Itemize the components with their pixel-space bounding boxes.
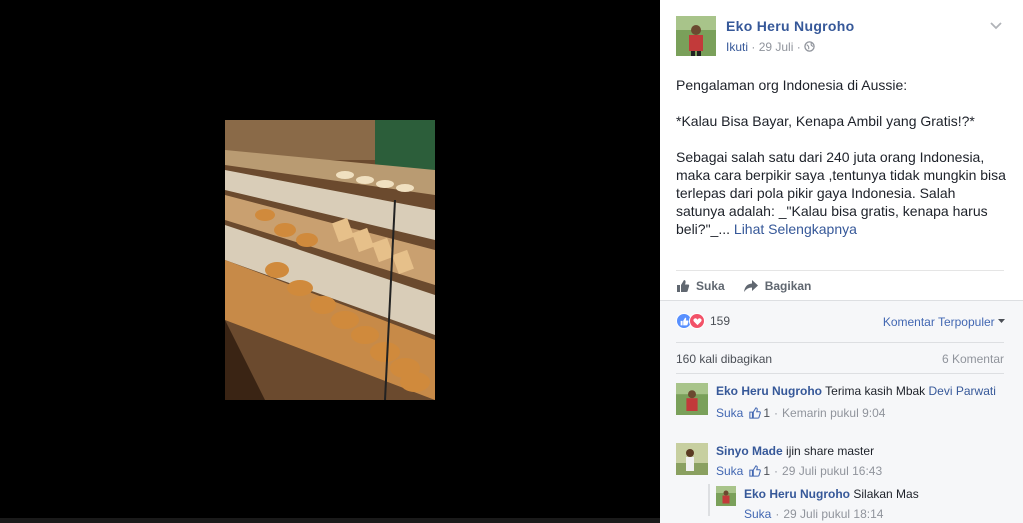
commenter-avatar-image bbox=[676, 383, 708, 415]
comment-body: Sinyo Made ijin share master Suka 1 · 29… bbox=[716, 443, 1006, 479]
share-arrow-icon bbox=[743, 279, 758, 292]
post-meta: Ikuti · 29 Juli · bbox=[726, 40, 815, 54]
comment-footer: Suka 1 · 29 Juli pukul 16:43 bbox=[716, 463, 1006, 479]
dot-separator: · bbox=[775, 507, 780, 521]
post-actions: Suka Bagikan bbox=[676, 270, 1004, 300]
meta-separator-2: · bbox=[796, 40, 805, 54]
author-avatar[interactable] bbox=[676, 16, 716, 56]
reply-item: Eko Heru Nugroho Silakan Mas Suka · 29 J… bbox=[716, 486, 1006, 522]
photo-viewer-stage bbox=[0, 0, 660, 523]
comment-sort-dropdown[interactable]: Komentar Terpopuler bbox=[883, 315, 1005, 329]
love-reaction-icon bbox=[689, 313, 705, 329]
comment-like-number: 1 bbox=[763, 464, 771, 478]
thumbs-up-icon bbox=[749, 465, 762, 477]
dot-separator: · bbox=[774, 406, 779, 420]
comment-mention[interactable]: Devi Parwati bbox=[929, 384, 996, 398]
reply-footer: Suka · 29 Juli pukul 18:14 bbox=[744, 506, 1004, 522]
reply-like-link[interactable]: Suka bbox=[744, 506, 771, 522]
share-count[interactable]: 160 kali dibagikan bbox=[676, 352, 772, 366]
stage-bottom-bar bbox=[0, 518, 660, 523]
post-header: Eko Heru Nugroho Ikuti · 29 Juli · bbox=[660, 0, 1023, 60]
thumbs-up-icon bbox=[677, 279, 690, 292]
commenter-avatar-image bbox=[716, 486, 736, 506]
globe-icon[interactable] bbox=[804, 41, 815, 52]
reply-time[interactable]: 29 Juli pukul 18:14 bbox=[783, 506, 883, 522]
comment-like-count[interactable]: 1 bbox=[749, 405, 770, 421]
reply-body: Eko Heru Nugroho Silakan Mas Suka · 29 J… bbox=[744, 486, 1004, 522]
post-side-panel: Eko Heru Nugroho Ikuti · 29 Juli · Penga… bbox=[660, 0, 1023, 523]
comment-sort-label: Komentar Terpopuler bbox=[882, 315, 995, 329]
comment-text: ijin share master bbox=[786, 444, 875, 458]
like-button[interactable]: Suka bbox=[676, 279, 725, 293]
follow-link[interactable]: Ikuti bbox=[726, 40, 748, 54]
comment-like-number: 1 bbox=[763, 406, 771, 420]
share-button[interactable]: Bagikan bbox=[743, 278, 812, 293]
chevron-down-icon[interactable] bbox=[989, 18, 1003, 32]
comment-author[interactable]: Eko Heru Nugroho bbox=[716, 384, 822, 398]
reaction-count: 159 bbox=[710, 314, 731, 328]
comment-body: Eko Heru Nugroho Terima kasih Mbak Devi … bbox=[716, 383, 1006, 421]
post-body: Pengalaman org Indonesia di Aussie: *Kal… bbox=[660, 60, 1023, 238]
comment-author[interactable]: Sinyo Made bbox=[716, 444, 783, 458]
comment-like-link[interactable]: Suka bbox=[716, 405, 743, 421]
see-more-link[interactable]: Lihat Selengkapnya bbox=[734, 221, 857, 237]
author-avatar-image bbox=[676, 16, 716, 56]
divider bbox=[676, 342, 1004, 343]
post-paragraph-1: Pengalaman org Indonesia di Aussie: bbox=[676, 77, 908, 93]
comment-item: Sinyo Made ijin share master Suka 1 · 29… bbox=[676, 443, 1006, 483]
comment-time[interactable]: 29 Juli pukul 16:43 bbox=[782, 463, 882, 479]
post-paragraph-2: *Kalau Bisa Bayar, Kenapa Ambil yang Gra… bbox=[676, 113, 975, 129]
share-button-label: Bagikan bbox=[764, 278, 812, 293]
reply-text: Silakan Mas bbox=[853, 487, 919, 501]
comment-like-count[interactable]: 1 bbox=[749, 463, 770, 479]
post-photo[interactable] bbox=[225, 120, 435, 400]
divider-2 bbox=[676, 373, 1004, 374]
bakery-display-image bbox=[225, 120, 435, 400]
comment-item: Eko Heru Nugroho Terima kasih Mbak Devi … bbox=[676, 383, 1006, 439]
meta-separator: · bbox=[751, 40, 759, 54]
reactions-summary[interactable]: 159 bbox=[676, 313, 730, 329]
dot-separator: · bbox=[774, 464, 779, 478]
comment-avatar[interactable] bbox=[676, 383, 708, 415]
like-button-label: Suka bbox=[696, 278, 725, 293]
commenter-avatar-image bbox=[676, 443, 708, 475]
post-date[interactable]: 29 Juli bbox=[759, 40, 794, 54]
reply-author[interactable]: Eko Heru Nugroho bbox=[744, 487, 850, 501]
thumbs-up-icon bbox=[749, 407, 762, 419]
comment-text: Terima kasih Mbak bbox=[825, 384, 926, 398]
post-paragraph-3: Sebagai salah satu dari 240 juta orang I… bbox=[676, 148, 1006, 238]
post-author-name[interactable]: Eko Heru Nugroho bbox=[726, 18, 854, 34]
reply-avatar[interactable] bbox=[716, 486, 736, 506]
comment-like-link[interactable]: Suka bbox=[716, 463, 743, 479]
comment-avatar[interactable] bbox=[676, 443, 708, 475]
reply-thread-line bbox=[708, 484, 710, 516]
comment-count[interactable]: 6 Komentar bbox=[942, 352, 1004, 366]
feedback-section: 159 Komentar Terpopuler 160 kali dibagik… bbox=[660, 300, 1023, 523]
caret-down-icon bbox=[998, 319, 1005, 323]
comment-footer: Suka 1 · Kemarin pukul 9:04 bbox=[716, 405, 1006, 421]
comment-time[interactable]: Kemarin pukul 9:04 bbox=[782, 405, 885, 421]
